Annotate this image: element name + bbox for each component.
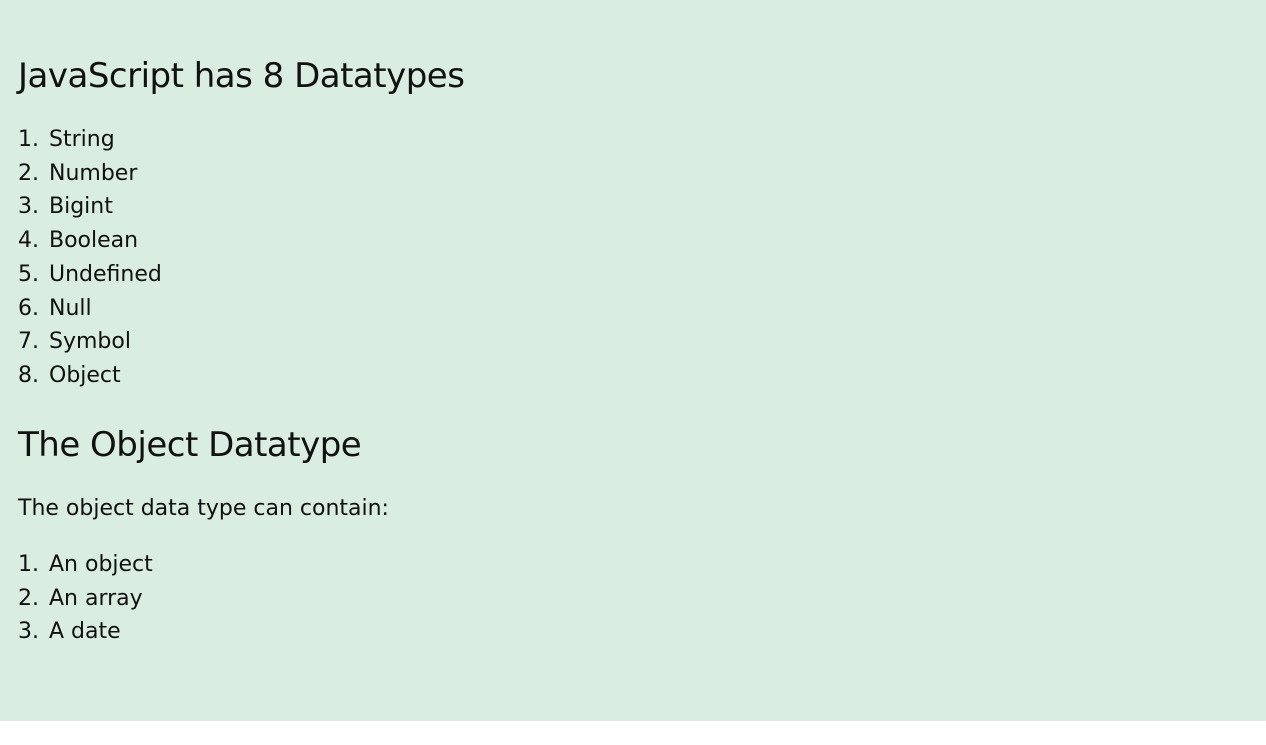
list-item: 6. Null <box>18 292 162 326</box>
list-item-label: Undefined <box>49 261 162 287</box>
list-item: 5. Undefined <box>18 258 162 292</box>
list-item-label: An object <box>49 552 153 577</box>
list-item: 8. Object <box>18 359 162 393</box>
datatypes-heading: JavaScript has 8 Datatypes <box>18 56 465 96</box>
list-item: 2. An array <box>18 582 153 616</box>
list-item: 1. An object <box>18 548 153 582</box>
list-item-number: 7. <box>18 329 39 355</box>
list-item-label: An array <box>49 585 143 611</box>
object-contents-list: 1. An object 2. An array 3. A date <box>18 548 153 649</box>
list-item-number: 1. <box>18 127 39 152</box>
list-item-label: Symbol <box>49 329 131 355</box>
datatypes-list: 1. String 2. Number 3. Bigint 4. Boolean 5. U… <box>18 123 162 393</box>
list-item-label: Number <box>49 160 138 186</box>
list-item-number: 4. <box>18 228 39 254</box>
list-item-number: 5. <box>18 261 39 287</box>
list-item-label: String <box>49 127 115 152</box>
list-item-number: 2. <box>18 585 39 611</box>
list-item: 3. A date <box>18 615 153 649</box>
list-item: 3. Bigint <box>18 190 162 224</box>
list-item-number: 1. <box>18 552 39 577</box>
list-item-label: Object <box>49 362 121 388</box>
list-item: 7. Symbol <box>18 325 162 359</box>
list-item: 1. String <box>18 123 162 157</box>
list-item-number: 8. <box>18 362 39 388</box>
list-item-label: A date <box>49 619 121 645</box>
object-description: The object data type can contain: <box>18 496 389 521</box>
list-item-label: Boolean <box>49 228 139 254</box>
list-item-number: 3. <box>18 194 39 220</box>
page-content: JavaScript has 8 Datatypes 1. String 2. Nu… <box>0 0 1266 721</box>
list-item: 4. Boolean <box>18 224 162 258</box>
list-item-label: Bigint <box>49 194 113 220</box>
object-datatype-heading: The Object Datatype <box>18 425 362 465</box>
list-item-label: Null <box>49 295 92 321</box>
list-item-number: 3. <box>18 619 39 645</box>
list-item-number: 6. <box>18 295 39 321</box>
list-item: 2. Number <box>18 157 162 191</box>
list-item-number: 2. <box>18 160 39 186</box>
